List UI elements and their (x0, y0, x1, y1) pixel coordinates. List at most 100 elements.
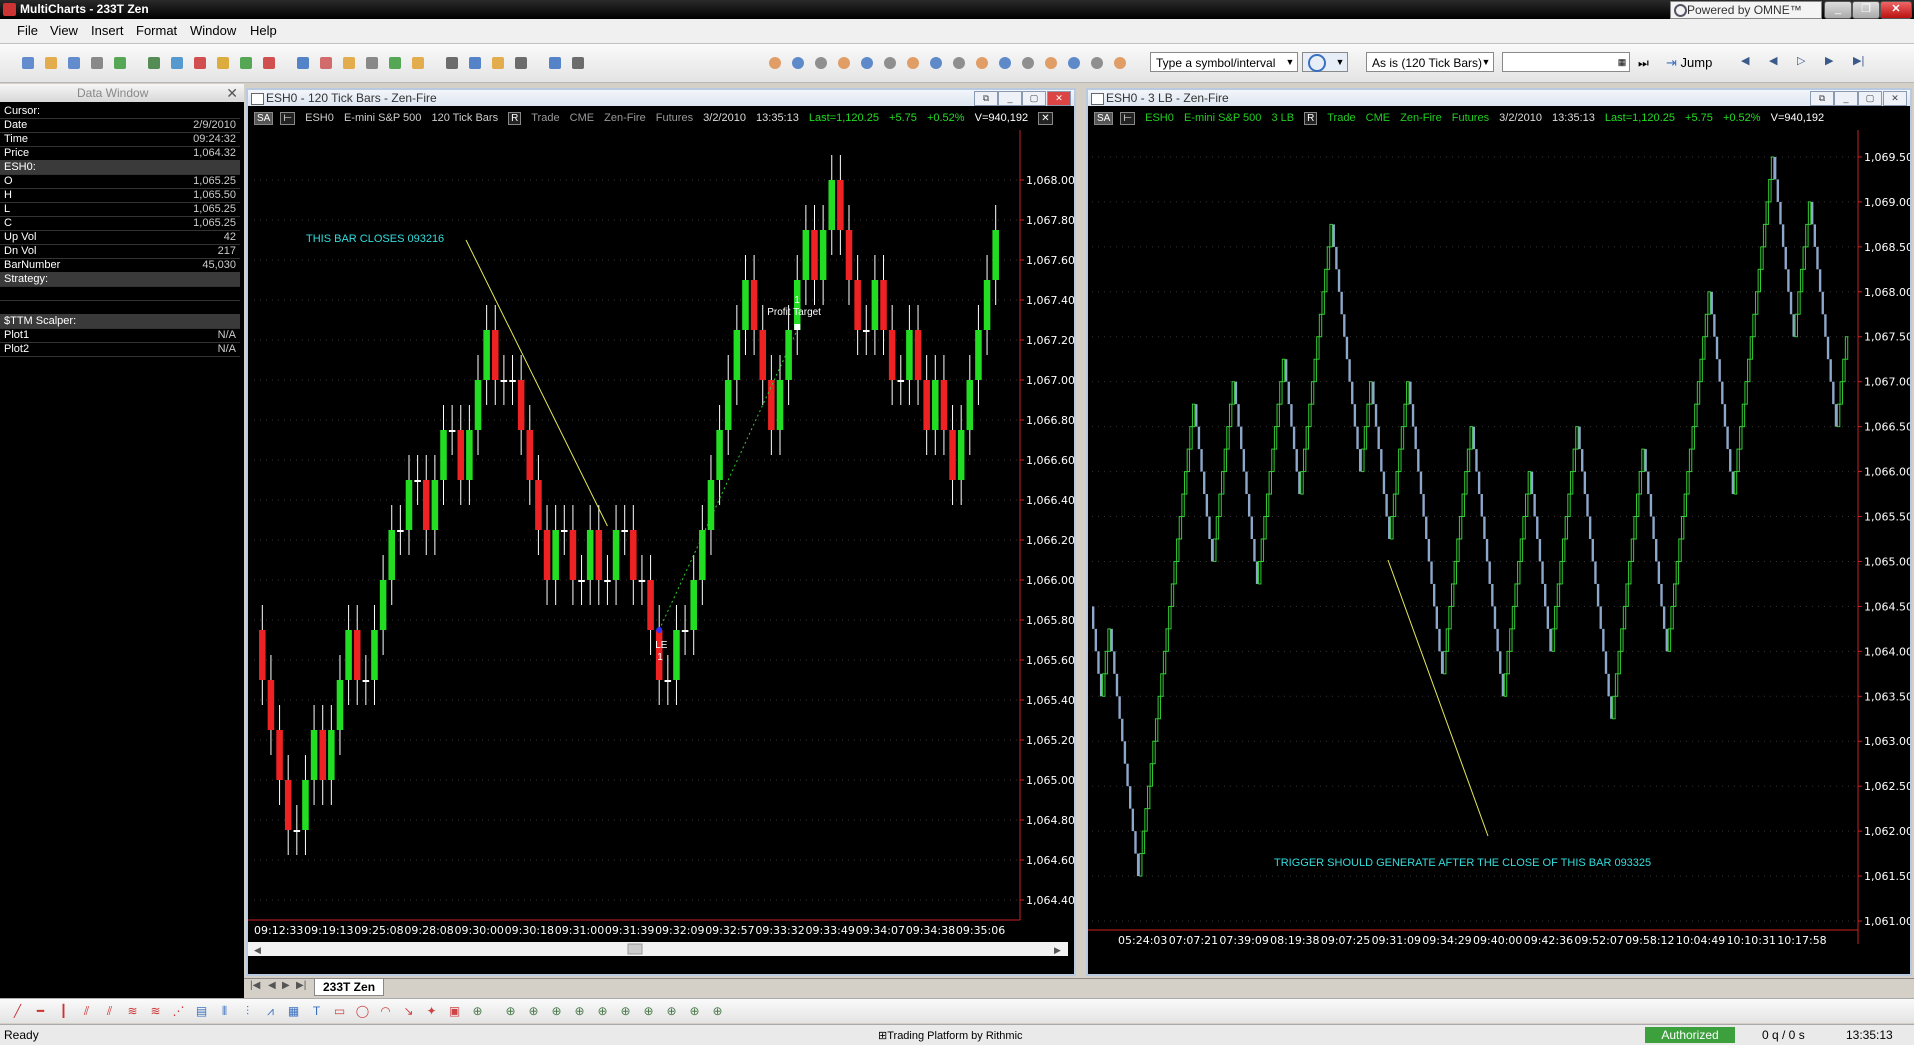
ruler-icon[interactable]: ⊕ (526, 1004, 541, 1018)
menu-file[interactable]: File (17, 23, 38, 38)
tick-chart-plot[interactable]: 1,068.00 1,067.80 1,067.60 1,067.40 1,067.20… (248, 130, 1074, 974)
toolbar-format-button[interactable] (362, 53, 382, 73)
line-icon[interactable]: ╱ (10, 1004, 25, 1018)
menu-format[interactable]: Format (136, 23, 177, 38)
toolbar-arrow-cursor-button[interactable] (442, 53, 462, 73)
speed-icon[interactable]: ⩘ (263, 1004, 278, 1018)
globe-icon[interactable]: ⊕ (549, 1004, 564, 1018)
close-icon[interactable]: ✕ (226, 85, 238, 102)
maximize-button[interactable]: ▢ (1858, 91, 1882, 106)
expand-icon[interactable]: ⊢ (280, 112, 296, 125)
toolbar-screen-button[interactable] (568, 53, 588, 73)
toolbar-next-bar-button[interactable] (788, 53, 808, 73)
volume-icon[interactable]: ⊕ (503, 1004, 518, 1018)
toolbar-up-arrow-button[interactable] (880, 53, 900, 73)
fib-ext-icon[interactable]: ≋ (148, 1004, 163, 1018)
horizontal-scrollbar[interactable] (248, 942, 1068, 956)
regression-icon[interactable]: ▤ (194, 1004, 209, 1018)
scroll-left-icon[interactable]: ◀ (1740, 53, 1760, 73)
toolbar-crosshair-button[interactable] (465, 53, 485, 73)
tab-nav-last-icon[interactable]: ▶| (296, 980, 306, 991)
maximize-button[interactable]: ▢ (1022, 91, 1046, 106)
scroll-right-icon[interactable]: ▶ (1054, 945, 1061, 955)
toolbar-new-button[interactable] (18, 53, 38, 73)
toolbar-open-button[interactable] (41, 53, 61, 73)
channel-icon[interactable]: ⫽ (102, 1004, 117, 1018)
toolbar-left-button[interactable] (926, 53, 946, 73)
ellipse-icon[interactable]: ◯ (355, 1004, 370, 1018)
sphere3-icon[interactable]: ⊕ (641, 1004, 656, 1018)
andrews-icon[interactable]: ⫶ (240, 1004, 255, 1018)
toolbar-tooltip-button[interactable] (488, 53, 508, 73)
tab-nav-first-icon[interactable]: |◀ (250, 980, 260, 991)
note-icon[interactable]: ▣ (447, 1004, 462, 1018)
close-icon[interactable]: ✕ (1038, 112, 1053, 125)
scroll-left-icon[interactable]: ◀ (254, 945, 261, 955)
sphere4-icon[interactable]: ⊕ (664, 1004, 679, 1018)
menu-insert[interactable]: Insert (91, 23, 124, 38)
toolbar-down-arrow-button[interactable] (903, 53, 923, 73)
tab-nav-prev-icon[interactable]: ◀ (268, 980, 276, 991)
horizontal-line-icon[interactable]: ━ (33, 1004, 48, 1018)
realtime-icon[interactable]: R (1304, 112, 1318, 125)
fib-icon[interactable]: ≋ (125, 1004, 140, 1018)
target-icon[interactable]: ⊕ (572, 1004, 587, 1018)
minimize-button[interactable]: _ (1824, 1, 1852, 19)
toolbar-candle-button[interactable] (408, 53, 428, 73)
sa-badge[interactable]: SA (254, 112, 274, 125)
symbol-input[interactable]: Type a symbol/interval ▼ (1150, 52, 1298, 72)
menu-view[interactable]: View (50, 23, 78, 38)
toolbar-print-button[interactable] (87, 53, 107, 73)
detach-button[interactable]: ⧉ (1810, 91, 1834, 106)
scroll-right-icon[interactable]: ▶ (1824, 53, 1844, 73)
realtime-icon[interactable]: R (508, 112, 522, 125)
toolbar-zoom-out-button[interactable] (1041, 53, 1061, 73)
toolbar-reset-button[interactable] (1064, 53, 1084, 73)
toolbar-compress-h-button[interactable] (995, 53, 1015, 73)
line-break-chart-plot[interactable]: 1,069.50 1,069.00 1,068.50 1,068.00 1,067.50… (1088, 130, 1910, 974)
marker-icon[interactable]: ✦ (424, 1004, 439, 1018)
sa-badge[interactable]: SA (1094, 112, 1114, 125)
toolbar-dom-button[interactable] (213, 53, 233, 73)
menu-help[interactable]: Help (250, 23, 277, 38)
toolbar-save-button[interactable] (64, 53, 84, 73)
toolbar-expand-h-button[interactable] (972, 53, 992, 73)
toolbar-strategy-button[interactable] (293, 53, 313, 73)
menu-window[interactable]: Window (190, 23, 236, 38)
parallel-icon[interactable]: ⫽ (79, 1004, 94, 1018)
text-icon[interactable]: T (309, 1004, 324, 1018)
cycle-icon[interactable]: ⦀ (217, 1004, 232, 1018)
toolbar-signal-button[interactable] (316, 53, 336, 73)
minimize-button[interactable]: _ (1834, 91, 1858, 106)
toolbar-chart-button[interactable] (144, 53, 164, 73)
toolbar-settings-button[interactable] (1087, 53, 1107, 73)
toolbar-workspace-button[interactable] (110, 53, 130, 73)
clock-dropdown[interactable]: ▼ (1302, 52, 1348, 72)
toolbar-portfolio-button[interactable] (236, 53, 256, 73)
toolbar-right-button[interactable] (949, 53, 969, 73)
toolbar-indicator-button[interactable] (259, 53, 279, 73)
scrollbar-thumb[interactable] (627, 943, 643, 955)
close-button[interactable]: ✕ (1047, 91, 1071, 106)
resolution-select[interactable]: As is (120 Tick Bars) ▼ (1366, 52, 1494, 72)
tab-233t-zen[interactable]: 233T Zen (314, 979, 385, 996)
toolbar-prev-bar-button[interactable] (765, 53, 785, 73)
scroll-left-alt-icon[interactable]: ◀ (1768, 53, 1788, 73)
go-end-icon[interactable]: ⏭ (1638, 56, 1649, 71)
close-button[interactable]: ✕ (1883, 91, 1907, 106)
sphere2-icon[interactable]: ⊕ (618, 1004, 633, 1018)
toolbar-alert-button[interactable] (339, 53, 359, 73)
ticker-icon[interactable]: ⊕ (470, 1004, 485, 1018)
toolbar-hourglass-button[interactable] (811, 53, 831, 73)
expand-icon[interactable]: ⊢ (1120, 112, 1136, 125)
toolbar-zoom-in-button[interactable] (1018, 53, 1038, 73)
date-input[interactable]: ▦ (1502, 52, 1630, 72)
grid-icon[interactable]: ▦ (286, 1004, 301, 1018)
toolbar-quote-button[interactable] (167, 53, 187, 73)
toolbar-drag-button[interactable] (511, 53, 531, 73)
toolbar-tools-button[interactable] (1110, 53, 1130, 73)
toolbar-up-button[interactable] (834, 53, 854, 73)
close-button[interactable]: ✕ (1880, 1, 1912, 19)
arc-icon[interactable]: ◠ (378, 1004, 393, 1018)
arrow-icon[interactable]: ↘ (401, 1004, 416, 1018)
